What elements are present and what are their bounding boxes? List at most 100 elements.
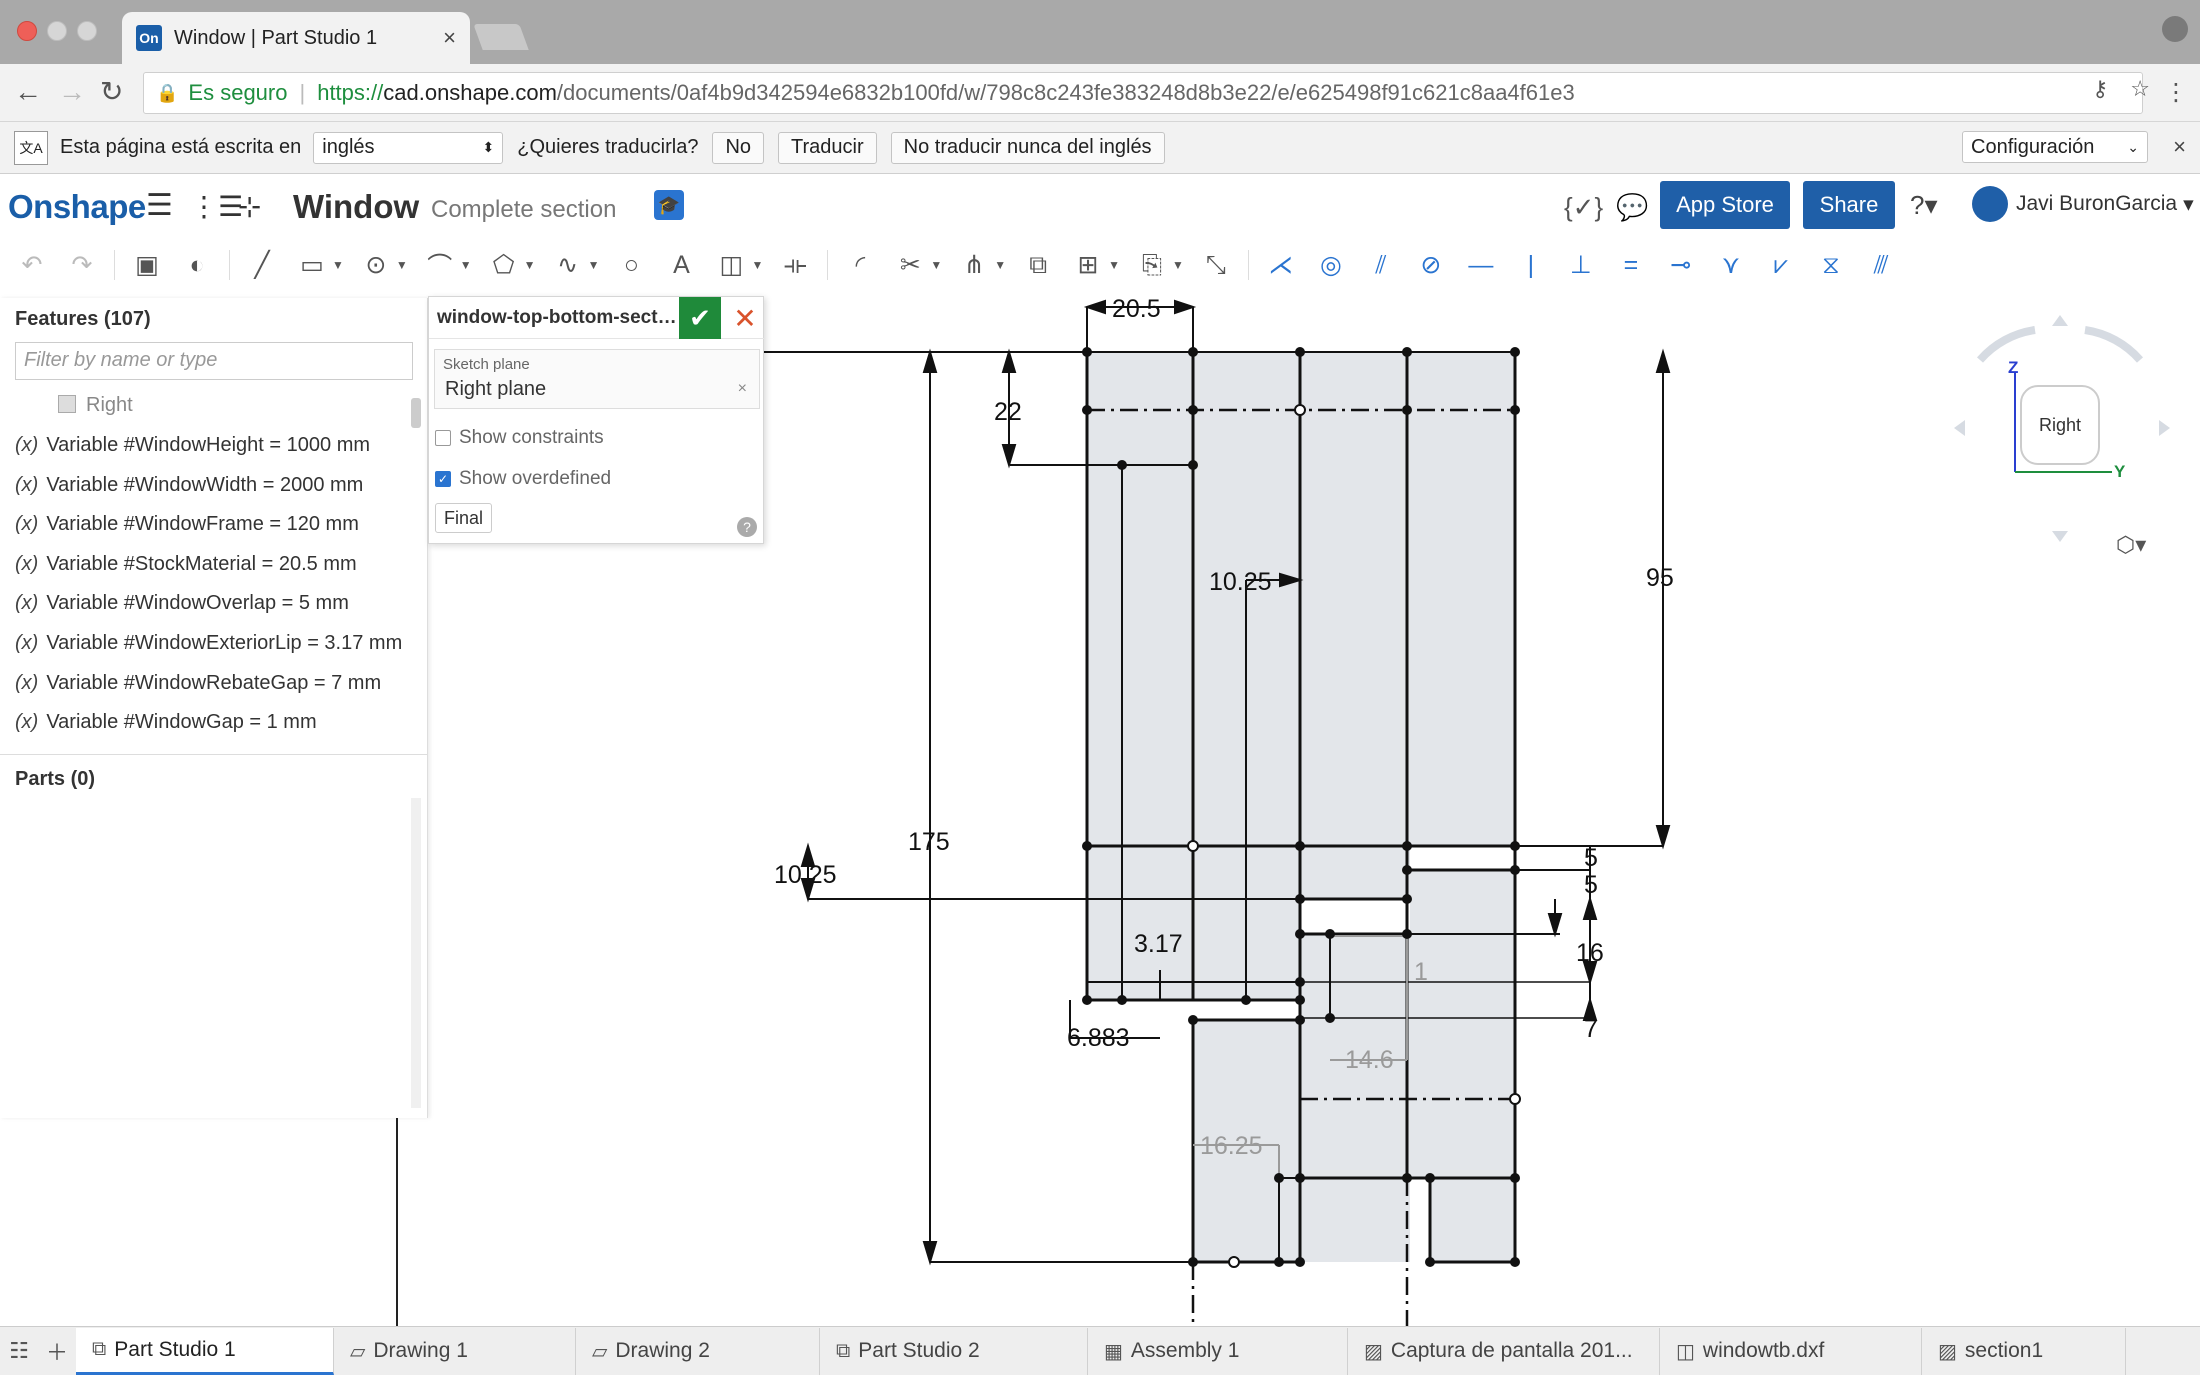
show-overdefined-checkbox[interactable]: ✓ Show overdefined <box>435 468 611 490</box>
arc-icon[interactable]: ⌒ <box>422 247 458 283</box>
sketch-vertex[interactable] <box>1188 1015 1198 1025</box>
bottom-tab[interactable]: ⧉ Part Studio 1 <box>76 1327 334 1375</box>
symmetric-icon[interactable]: ⧖ <box>1813 247 1849 283</box>
sketch-vertex[interactable] <box>1325 1013 1335 1023</box>
circle-icon[interactable]: ⊙ <box>358 247 394 283</box>
dimension-label[interactable]: 1 <box>1414 958 1428 986</box>
dimension-icon[interactable]: ⟛ <box>777 247 813 283</box>
translate-no-button[interactable]: No <box>712 131 765 164</box>
chevron-down-icon[interactable]: ▼ <box>751 258 763 272</box>
construction-icon[interactable]: ◫ <box>713 247 749 283</box>
back-arrow-icon[interactable]: ← <box>14 77 42 107</box>
rotate-left-icon[interactable] <box>1976 326 2036 363</box>
dimension-label[interactable]: 16.25 <box>1200 1132 1263 1160</box>
app-store-button[interactable]: App Store <box>1660 181 1790 229</box>
redo-icon[interactable]: ↷ <box>64 247 100 283</box>
never-translate-button[interactable]: No traducir nunca del inglés <box>890 131 1165 164</box>
feature-variable-row[interactable]: (x) Variable #WindowHeight = 1000 mm <box>15 434 370 457</box>
sketch-vertex[interactable] <box>1510 1173 1520 1183</box>
new-sketch-icon[interactable]: ▣ <box>129 247 165 283</box>
sketch-vertex[interactable] <box>1241 995 1251 1005</box>
sketch-vertex[interactable] <box>1295 929 1305 939</box>
comments-icon[interactable]: 💬 <box>1616 192 1648 223</box>
cancel-x-icon[interactable]: ✕ <box>727 297 763 339</box>
dimension-label[interactable]: 16 <box>1576 939 1604 967</box>
feature-filter-input[interactable]: Filter by name or type <box>15 342 413 380</box>
chevron-down-icon[interactable]: ▼ <box>994 258 1006 272</box>
help-icon[interactable]: ? <box>737 517 757 537</box>
view-left-icon[interactable] <box>1954 420 1965 436</box>
bookmark-star-icon[interactable]: ☆ <box>2130 76 2150 102</box>
chevron-down-icon[interactable]: ▼ <box>1172 258 1184 272</box>
feature-item-right[interactable]: Right <box>86 394 133 417</box>
mirror-icon[interactable]: ⧉ <box>1020 247 1056 283</box>
extrude-icon[interactable]: ◐ <box>179 247 215 283</box>
pattern-icon[interactable]: ⊞ <box>1070 247 1106 283</box>
transform-icon[interactable]: ⤡ <box>1198 247 1234 283</box>
sketch-vertex[interactable] <box>1510 347 1520 357</box>
sketch-vertex-open[interactable] <box>1228 1256 1240 1268</box>
translate-settings-select[interactable]: Configuración ⌄ <box>1962 131 2148 163</box>
parallel-icon[interactable]: ⫽ <box>1363 247 1399 283</box>
sketch-vertex[interactable] <box>1295 841 1305 851</box>
polygon-icon[interactable]: ⬠ <box>486 247 522 283</box>
sketch-plane-field[interactable]: Sketch plane Right plane × <box>434 349 760 409</box>
feature-variable-row[interactable]: (x) Variable #StockMaterial = 20.5 mm <box>15 553 357 576</box>
maximize-window-button[interactable] <box>77 21 97 41</box>
bottom-tab[interactable]: ▨ section1 <box>1922 1327 2126 1375</box>
sketch-vertex[interactable] <box>1510 1257 1520 1267</box>
translate-button[interactable]: Traducir <box>778 131 877 164</box>
view-down-icon[interactable] <box>2052 531 2068 542</box>
menu-icon[interactable]: ☰ <box>146 188 173 223</box>
sketch-vertex[interactable] <box>1402 894 1412 904</box>
sketch-vertex-open[interactable] <box>1509 1093 1521 1105</box>
offset-icon[interactable]: ⋔ <box>956 247 992 283</box>
sketch-vertex[interactable] <box>1510 1094 1520 1104</box>
onshape-logo[interactable]: Onshape <box>8 188 146 226</box>
dimension-label[interactable]: 175 <box>908 828 950 856</box>
sketch-vertex[interactable] <box>1295 1257 1305 1267</box>
sketch-vertex[interactable] <box>1295 1015 1305 1025</box>
dimension-label[interactable]: 10.25 <box>774 861 837 889</box>
url-input[interactable]: 🔒 Es seguro | https:// cad.onshape.com /… <box>143 72 2143 114</box>
share-button[interactable]: Share <box>1803 181 1895 229</box>
clear-icon[interactable]: × <box>738 380 747 398</box>
perpendicular-icon[interactable]: ⊥ <box>1563 247 1599 283</box>
sketch-vertex[interactable] <box>1295 894 1305 904</box>
sketch-vertex[interactable] <box>1274 1257 1284 1267</box>
feature-variable-row[interactable]: (x) Variable #WindowFrame = 120 mm <box>15 513 359 536</box>
equal-icon[interactable]: = <box>1613 247 1649 283</box>
checkbox-checked-icon[interactable]: ✓ <box>435 471 451 487</box>
reload-icon[interactable]: ↻ <box>100 77 123 107</box>
translate-close-icon[interactable]: × <box>2173 134 2186 160</box>
feature-list-scrollbar[interactable] <box>411 398 421 428</box>
view-right-icon[interactable] <box>2159 420 2170 436</box>
sketch-vertex[interactable] <box>1188 405 1198 415</box>
feature-variable-row[interactable]: (x) Variable #WindowExteriorLip = 3.17 mm <box>15 632 402 655</box>
spline-icon[interactable]: ∿ <box>550 247 586 283</box>
sketch-vertex[interactable] <box>1082 995 1092 1005</box>
trim-icon[interactable]: ✂ <box>892 247 928 283</box>
dxf-import-icon[interactable]: ⎘ <box>1134 247 1170 283</box>
vertical-icon[interactable]: | <box>1513 247 1549 283</box>
sketch-vertex[interactable] <box>1402 929 1412 939</box>
chevron-down-icon[interactable]: ▼ <box>460 258 472 272</box>
fix-icon[interactable]: ⫻ <box>1863 247 1899 283</box>
sketch-vertex-open[interactable] <box>1187 840 1199 852</box>
dimension-label[interactable]: 6.883 <box>1067 1024 1130 1052</box>
feature-variable-row[interactable]: (x) Variable #WindowRebateGap = 7 mm <box>15 672 381 695</box>
pierce-icon[interactable]: ⩗ <box>1763 247 1799 283</box>
bottom-tab[interactable]: ▨ Captura de pantalla 201... <box>1348 1327 1660 1375</box>
sketch-vertex[interactable] <box>1402 865 1412 875</box>
language-select[interactable]: inglés ⬍ <box>313 131 504 164</box>
tab-close-icon[interactable]: × <box>443 25 456 51</box>
sketch-vertex[interactable] <box>1402 841 1412 851</box>
dimension-label[interactable]: 20.5 <box>1112 295 1161 323</box>
sketch-vertex[interactable] <box>1402 347 1412 357</box>
bottom-tab[interactable]: ▱ Drawing 2 <box>576 1327 820 1375</box>
chevron-down-icon[interactable]: ▼ <box>930 258 942 272</box>
undo-icon[interactable]: ↶ <box>14 247 50 283</box>
dimension-label[interactable]: 10.25 <box>1209 568 1272 596</box>
checkbox-icon[interactable] <box>435 430 451 446</box>
forward-arrow-icon[interactable]: → <box>58 77 86 107</box>
